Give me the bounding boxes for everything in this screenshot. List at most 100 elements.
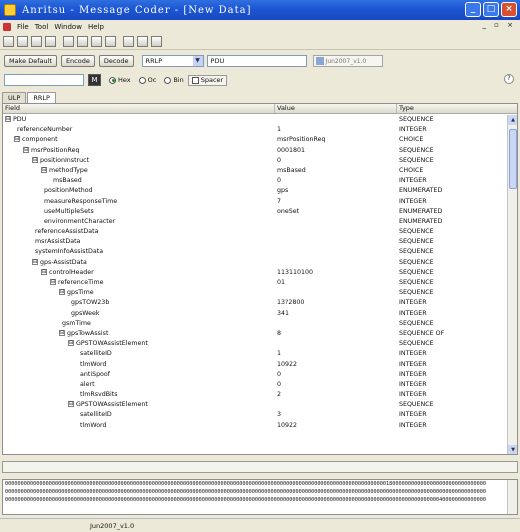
table-row[interactable]: ⊟ controlHeader 113110100 SEQUENCE (3, 268, 507, 278)
mdi-window-controls[interactable]: _ ▫ × (482, 21, 516, 29)
radio-oct[interactable]: Oc (138, 76, 156, 84)
collapse-icon[interactable]: ⊟ (59, 329, 65, 336)
value-cell[interactable] (275, 319, 397, 329)
value-cell[interactable] (275, 217, 397, 227)
table-row[interactable]: gpsWeek 341 INTEGER (3, 309, 507, 319)
column-header-field[interactable]: Field (3, 104, 275, 113)
value-cell[interactable]: 0 (275, 370, 397, 380)
copy-icon[interactable] (45, 36, 56, 47)
table-row[interactable]: satelliteID 3 INTEGER (3, 410, 507, 420)
value-cell[interactable]: 8 (275, 329, 397, 339)
make-default-button[interactable]: Make Default (4, 55, 57, 67)
menu-window[interactable]: Window (54, 23, 82, 31)
value-cell[interactable] (275, 400, 397, 410)
value-cell[interactable]: oneSet (275, 207, 397, 217)
table-row[interactable]: msrAssistData SEQUENCE (3, 237, 507, 247)
search-input[interactable] (4, 74, 84, 86)
minimize-button[interactable]: _ (465, 2, 481, 17)
scroll-down-icon[interactable]: ▼ (508, 445, 517, 454)
value-cell[interactable]: 113110100 (275, 268, 397, 278)
table-row[interactable]: satelliteID 1 INTEGER (3, 349, 507, 359)
collapse-icon[interactable]: ⊟ (23, 146, 29, 153)
paste-icon[interactable] (63, 36, 74, 47)
column-header-type[interactable]: Type (397, 104, 507, 113)
table-row[interactable]: ⊟ GPSTOWAssistElement SEQUENCE (3, 339, 507, 349)
value-cell[interactable]: msrPositionReq (275, 135, 397, 145)
value-cell[interactable]: 0 (275, 176, 397, 186)
value-cell[interactable]: 1 (275, 125, 397, 135)
hex-output[interactable]: 0000000000000000000000000000000000000000… (2, 479, 518, 515)
table-row[interactable]: measureResponseTime 7 INTEGER (3, 197, 507, 207)
value-cell[interactable]: 7 (275, 197, 397, 207)
settings-icon[interactable] (105, 36, 116, 47)
table-row[interactable]: ⊟ gpsTowAssist 8 SEQUENCE OF (3, 329, 507, 339)
window-icon[interactable] (151, 36, 162, 47)
horizontal-scrollbar[interactable] (2, 461, 518, 473)
value-cell[interactable]: gps (275, 186, 397, 196)
find-icon[interactable]: M (88, 74, 101, 86)
table-row[interactable]: tlmWord 10922 INTEGER (3, 360, 507, 370)
list-icon[interactable] (137, 36, 148, 47)
collapse-icon[interactable]: ⊟ (32, 156, 38, 163)
collapse-icon[interactable]: ⊟ (14, 136, 20, 143)
table-row[interactable]: antiSpoof 0 INTEGER (3, 370, 507, 380)
collapse-icon[interactable]: ⊟ (41, 268, 47, 275)
table-row[interactable]: useMultipleSets oneSet ENUMERATED (3, 207, 507, 217)
value-cell[interactable] (275, 288, 397, 298)
value-cell[interactable]: 3 (275, 410, 397, 420)
column-header-value[interactable]: Value (275, 104, 397, 113)
table-row[interactable]: gpsTOW23b 13?2800 INTEGER (3, 298, 507, 308)
collapse-icon[interactable]: ⊟ (32, 258, 38, 265)
menu-file[interactable]: File (17, 23, 29, 31)
radio-hex[interactable]: Hex (109, 76, 131, 84)
table-row[interactable]: systemInfoAssistData SEQUENCE (3, 247, 507, 257)
collapse-icon[interactable]: ⊟ (68, 401, 74, 408)
table-row[interactable]: ⊟ gps-AssistData SEQUENCE (3, 258, 507, 268)
value-cell[interactable]: 01 (275, 278, 397, 288)
print-icon[interactable] (77, 36, 88, 47)
message-field[interactable]: PDU (206, 55, 307, 67)
radio-bin[interactable]: Bin (164, 76, 184, 84)
value-cell[interactable] (275, 247, 397, 257)
collapse-icon[interactable]: ⊟ (59, 289, 65, 296)
table-row[interactable]: ⊟ component msrPositionReq CHOICE (3, 135, 507, 145)
value-cell[interactable]: 0001801 (275, 146, 397, 156)
encode-button[interactable]: Encode (60, 55, 95, 67)
collapse-icon[interactable]: ⊟ (5, 116, 11, 122)
table-row[interactable]: tlmWord 10922 INTEGER (3, 421, 507, 431)
table-row[interactable]: ⊟ referenceTime 01 SEQUENCE (3, 278, 507, 288)
table-row[interactable]: ⊟ msrPositionReq 0001801 SEQUENCE (3, 146, 507, 156)
table-row[interactable]: tlmRsvdBits 2 INTEGER (3, 390, 507, 400)
maximize-button[interactable]: □ (483, 2, 499, 17)
value-cell[interactable]: 1 (275, 349, 397, 359)
table-row[interactable]: ⊟ positionInstruct 0 SEQUENCE (3, 156, 507, 166)
table-row[interactable]: positionMethod gps ENUMERATED (3, 186, 507, 196)
table-row[interactable]: alert 0 INTEGER (3, 380, 507, 390)
value-cell[interactable]: 0 (275, 156, 397, 166)
value-cell[interactable]: 13?2800 (275, 298, 397, 308)
value-cell[interactable]: 341 (275, 309, 397, 319)
spacer-checkbox[interactable]: Spacer (187, 74, 228, 86)
value-cell[interactable] (275, 339, 397, 349)
table-row[interactable]: gsmTime SEQUENCE (3, 319, 507, 329)
tab-ulp[interactable]: ULP (2, 92, 27, 103)
value-cell[interactable]: 10922 (275, 421, 397, 431)
menu-tool[interactable]: Tool (35, 23, 49, 31)
hex-scrollbar[interactable] (507, 480, 517, 514)
grid-icon[interactable] (123, 36, 134, 47)
value-cell[interactable] (275, 227, 397, 237)
value-cell[interactable]: 2 (275, 390, 397, 400)
value-cell[interactable] (275, 237, 397, 247)
scroll-thumb[interactable] (509, 129, 517, 189)
collapse-icon[interactable]: ⊟ (41, 166, 47, 173)
table-row[interactable]: environmentCharacter ENUMERATED (3, 217, 507, 227)
collapse-icon[interactable]: ⊟ (68, 340, 74, 347)
table-row[interactable]: ⊟ GPSTOWAssistElement SEQUENCE (3, 400, 507, 410)
table-row[interactable]: ⊟ PDU SEQUENCE (3, 115, 507, 125)
value-cell[interactable]: msBased (275, 166, 397, 176)
menu-help[interactable]: Help (88, 23, 104, 31)
help-icon[interactable]: ? (504, 74, 514, 84)
table-row[interactable]: referenceNumber 1 INTEGER (3, 125, 507, 135)
value-cell[interactable]: 0 (275, 380, 397, 390)
scroll-up-icon[interactable]: ▲ (508, 115, 517, 125)
